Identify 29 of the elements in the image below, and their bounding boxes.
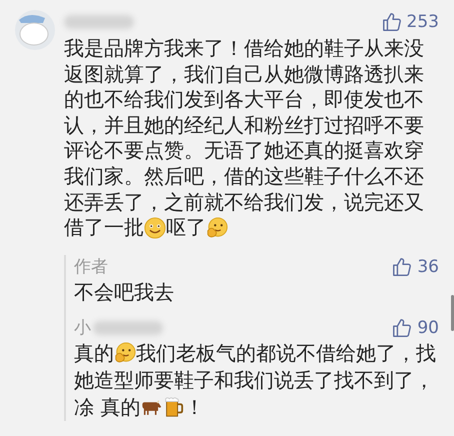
reply-author: 作者: [74, 256, 108, 278]
comment-text: 借了一批: [64, 215, 144, 241]
comment-text: 真的: [74, 340, 114, 367]
like-count: 36: [417, 256, 439, 277]
comment-text: 的也不给我们发到各大平台，即使发也不: [64, 87, 424, 113]
like-count: 253: [406, 12, 439, 32]
scrollbar[interactable]: [451, 295, 454, 331]
comment-text: 凃 真的: [74, 394, 140, 421]
comment-text: 我们老板气的都说不借给她了，找: [136, 340, 436, 367]
comment-text: 我是品牌方我来了！借给她的鞋子从来没: [64, 36, 424, 62]
comment-text: 认，并且她的经纪人和粉丝打过招呼不要: [64, 112, 424, 138]
thumbs-up-icon[interactable]: [391, 256, 414, 278]
thinking-face-icon: [114, 342, 136, 364]
comment-text: ！: [184, 394, 204, 421]
blurred-name: [64, 15, 134, 29]
like-count: 90: [417, 318, 439, 338]
thinking-face-icon: [206, 216, 228, 239]
comment-text: 不会吧我去: [74, 280, 174, 306]
comment-text: 我们家。然后吧，借的这些鞋子什么不还: [64, 164, 424, 190]
beer-mug-icon: [162, 396, 184, 418]
comment-text: 呕了: [166, 215, 206, 241]
comment-text: 还弄丢了，之前就不给我们发，说完还又: [64, 190, 424, 216]
reply-author: 小: [74, 317, 91, 340]
thumbs-up-icon[interactable]: [380, 11, 403, 33]
comment-text: 返图就算了，我们自己从她微博路透扒来: [64, 62, 424, 88]
comment-text: 评论不要点赞。无语了她还真的挺喜欢穿: [64, 138, 424, 164]
thumbs-up-icon[interactable]: [391, 316, 414, 339]
comment-text: 她造型师要鞋子和我们说丢了找不到了，: [74, 368, 434, 394]
smiley-icon: [144, 216, 166, 239]
